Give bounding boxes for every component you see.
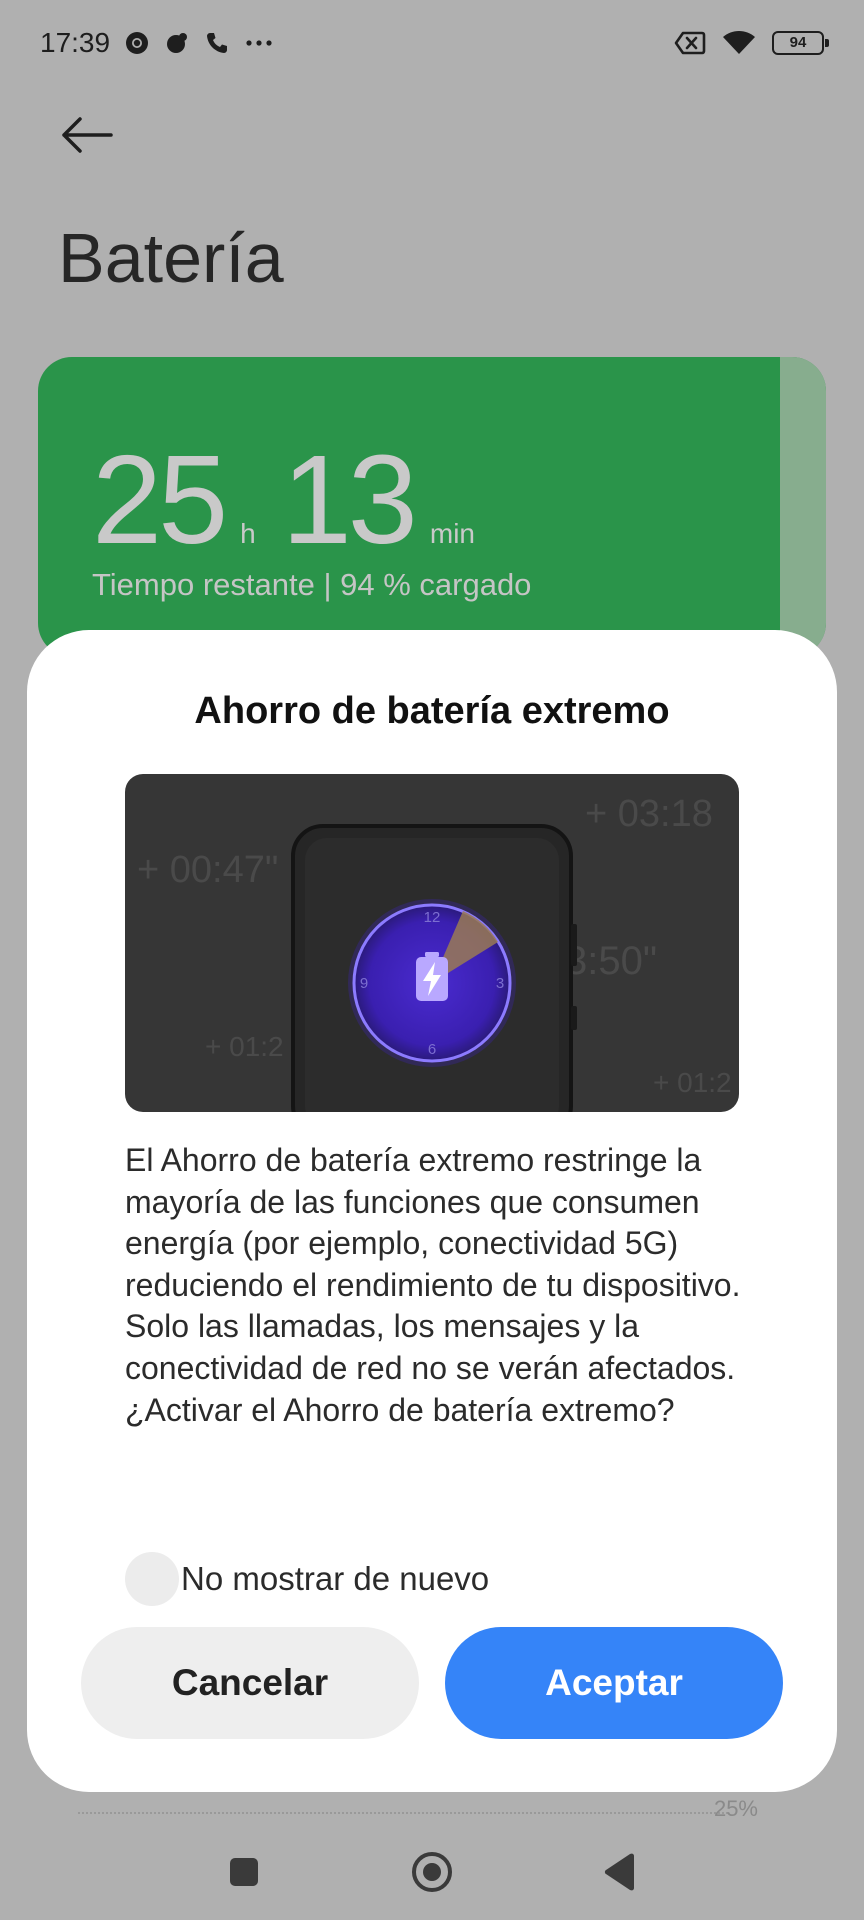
cancel-button[interactable]: Cancelar [81,1627,419,1739]
overlay-text: 3:50" [565,939,657,983]
no-sim-icon [674,30,706,56]
overlay-text: + 01:2 [205,1031,284,1062]
phone-call-icon [204,30,230,56]
clock-label: 12 [424,909,441,926]
battery-card-side [780,357,826,657]
chrome-icon [124,30,150,56]
dont-show-again-row[interactable]: No mostrar de nuevo [125,1552,489,1606]
extreme-battery-saver-dialog: Ahorro de batería extremo + 00:47" + 03:… [27,630,837,1792]
battery-icon: 94 [772,31,829,55]
hours-unit: h [240,518,256,549]
back-nav-button[interactable] [598,1850,642,1894]
recents-button[interactable] [222,1850,266,1894]
recents-square-icon [230,1858,258,1886]
status-time: 17:39 [40,27,111,58]
dialog-title: Ahorro de batería extremo [194,690,670,732]
minutes-unit: min [429,518,476,549]
more-dots-icon [244,30,272,56]
arrow-left-icon [62,117,113,153]
chart-gridline [78,1812,728,1814]
minutes-value: 13 [281,429,418,570]
page-title: Batería [58,219,284,297]
wifi-icon [722,30,756,56]
clock-label: 6 [428,1041,436,1058]
clock-label: 9 [360,975,368,992]
remaining-subtitle: Tiempo restante | 94 % cargado [92,567,532,602]
status-right: 94 [674,30,829,56]
hours-value: 25 [92,429,228,570]
status-bar: 17:39 94 [0,0,864,86]
overlay-text: + 00:47" [137,849,278,891]
remaining-time: 25 h 13 min [92,427,501,572]
status-left: 17:39 [40,27,272,59]
accept-button[interactable]: Aceptar [445,1627,783,1739]
dialog-message: El Ahorro de batería extremo restringe l… [125,1142,741,1428]
back-triangle-icon [604,1853,634,1891]
battery-status-card[interactable]: 25 h 13 min Tiempo restante | 94 % carga… [38,357,826,657]
dont-show-again-label: No mostrar de nuevo [181,1560,490,1597]
home-button[interactable] [410,1850,454,1894]
overlay-text: + 01:2 [653,1067,732,1098]
battery-saver-illustration: + 00:47" + 03:18 3:50" + 01:2 + 01:2 12 … [125,774,739,1112]
navigation-bar [0,1820,864,1920]
back-button[interactable] [56,108,118,162]
chart-percent-label: 25% [713,1796,758,1821]
overlay-text: + 03:18 [585,793,713,835]
clock-label: 3 [496,975,504,992]
dont-show-again-checkbox[interactable] [125,1552,179,1606]
home-circle-icon [412,1852,452,1892]
app-notification-icon [164,30,190,56]
